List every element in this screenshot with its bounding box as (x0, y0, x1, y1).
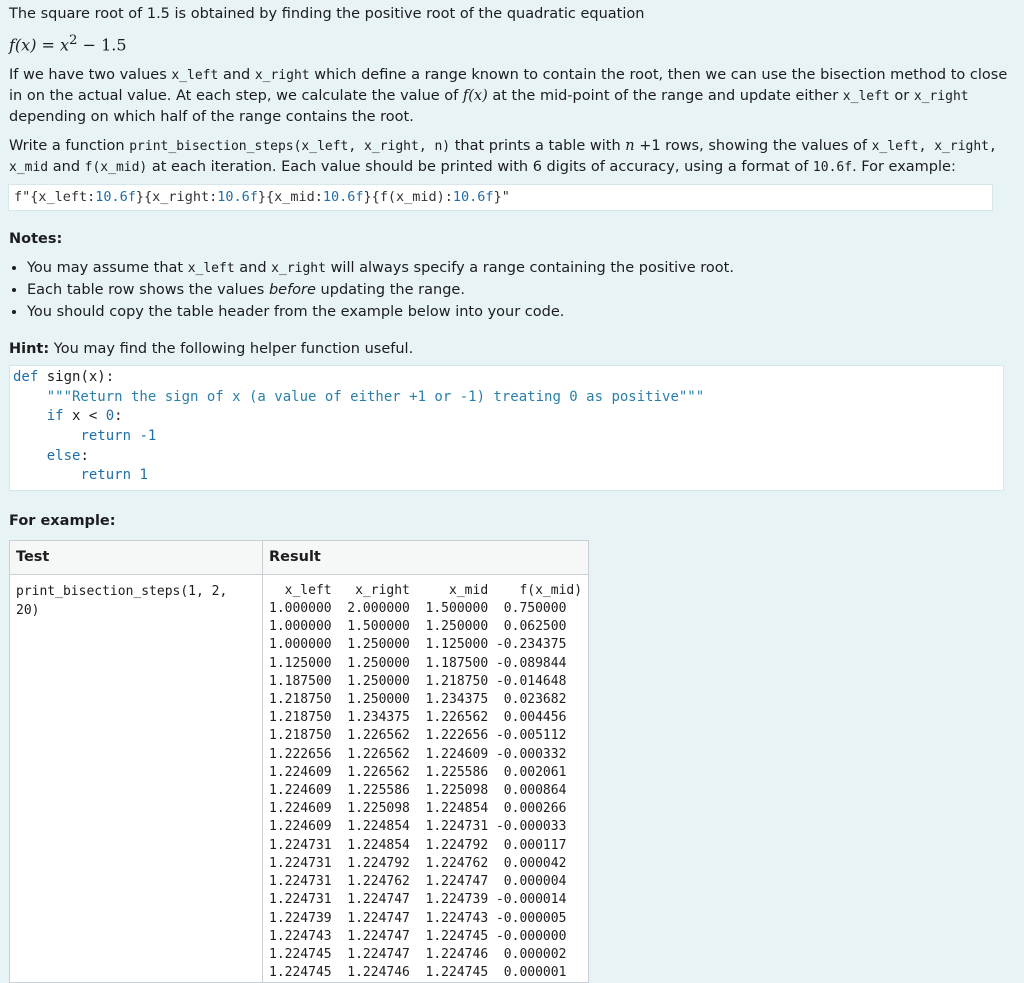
format-string-example: f"{x_left:10.6f}{x_right:10.6f}{x_mid:10… (8, 183, 993, 212)
result-header-line: x_left x_right x_mid f(x_mid) (269, 582, 583, 598)
note-item: You may assume that x_left and x_right w… (27, 258, 1015, 279)
result-line: 1.224609 1.225586 1.225098 0.000864 (269, 783, 567, 799)
result-line: 1.000000 2.000000 1.500000 0.750000 (269, 601, 567, 617)
result-line: 1.224731 1.224854 1.224792 0.000117 (269, 837, 567, 853)
result-line: 1.224609 1.224854 1.224731 -0.000033 (269, 819, 567, 835)
result-line: 1.218750 1.226562 1.222656 -0.005112 (269, 728, 567, 744)
notes-list: You may assume that x_left and x_right w… (9, 258, 1015, 323)
result-line: 1.224609 1.226562 1.225586 0.002061 (269, 764, 567, 780)
result-line: 1.224745 1.224747 1.224746 0.000002 (269, 946, 567, 962)
test-cell: print_bisection_steps(1, 2, 20) (9, 573, 263, 983)
bisection-description: If we have two values x_left and x_right… (9, 66, 1008, 125)
example-table: Test Result print_bisection_steps(1, 2, … (9, 539, 590, 983)
result-line: 1.222656 1.226562 1.224609 -0.000332 (269, 746, 567, 762)
result-line: 1.000000 1.250000 1.125000 -0.234375 (269, 637, 567, 653)
result-line: 1.224731 1.224792 1.224762 0.000042 (269, 855, 567, 871)
question-content: The square root of 1.5 is obtained by fi… (0, 0, 1024, 983)
note-item: You should copy the table header from th… (27, 302, 1015, 323)
helper-code-block: def sign(x): """Return the sign of x (a … (9, 365, 1004, 491)
result-line: 1.218750 1.234375 1.226562 0.004456 (269, 710, 567, 726)
result-line: 1.224731 1.224762 1.224747 0.000004 (269, 874, 567, 890)
example-heading: For example: (9, 512, 116, 529)
table-row: print_bisection_steps(1, 2, 20) x_left x… (9, 573, 590, 983)
result-line: 1.125000 1.250000 1.187500 -0.089844 (269, 655, 567, 671)
result-line: 1.224739 1.224747 1.224743 -0.000005 (269, 910, 567, 926)
result-line: 1.187500 1.250000 1.218750 -0.014648 (269, 673, 567, 689)
column-header-test: Test (9, 539, 263, 575)
result-line: 1.224743 1.224747 1.224745 -0.000000 (269, 928, 567, 944)
result-cell: x_left x_right x_mid f(x_mid) 1.000000 2.… (261, 573, 590, 983)
notes-heading: Notes: (9, 231, 63, 248)
column-header-result: Result (261, 539, 590, 575)
equation: f(x) = x2 − 1.5 (9, 33, 127, 55)
task-description: Write a function print_bisection_steps(x… (9, 137, 997, 175)
result-output: x_left x_right x_mid f(x_mid) 1.000000 2.… (269, 582, 582, 982)
hint-text: Hint: You may find the following helper … (9, 341, 414, 358)
note-item: Each table row shows the values before u… (27, 280, 1015, 301)
result-line: 1.218750 1.250000 1.234375 0.023682 (269, 692, 567, 708)
result-line: 1.000000 1.500000 1.250000 0.062500 (269, 619, 567, 635)
result-line: 1.224609 1.225098 1.224854 0.000266 (269, 801, 567, 817)
result-line: 1.224745 1.224746 1.224745 0.000001 (269, 965, 567, 981)
intro-text: The square root of 1.5 is obtained by fi… (9, 6, 645, 22)
result-line: 1.224731 1.224747 1.224739 -0.000014 (269, 892, 567, 908)
